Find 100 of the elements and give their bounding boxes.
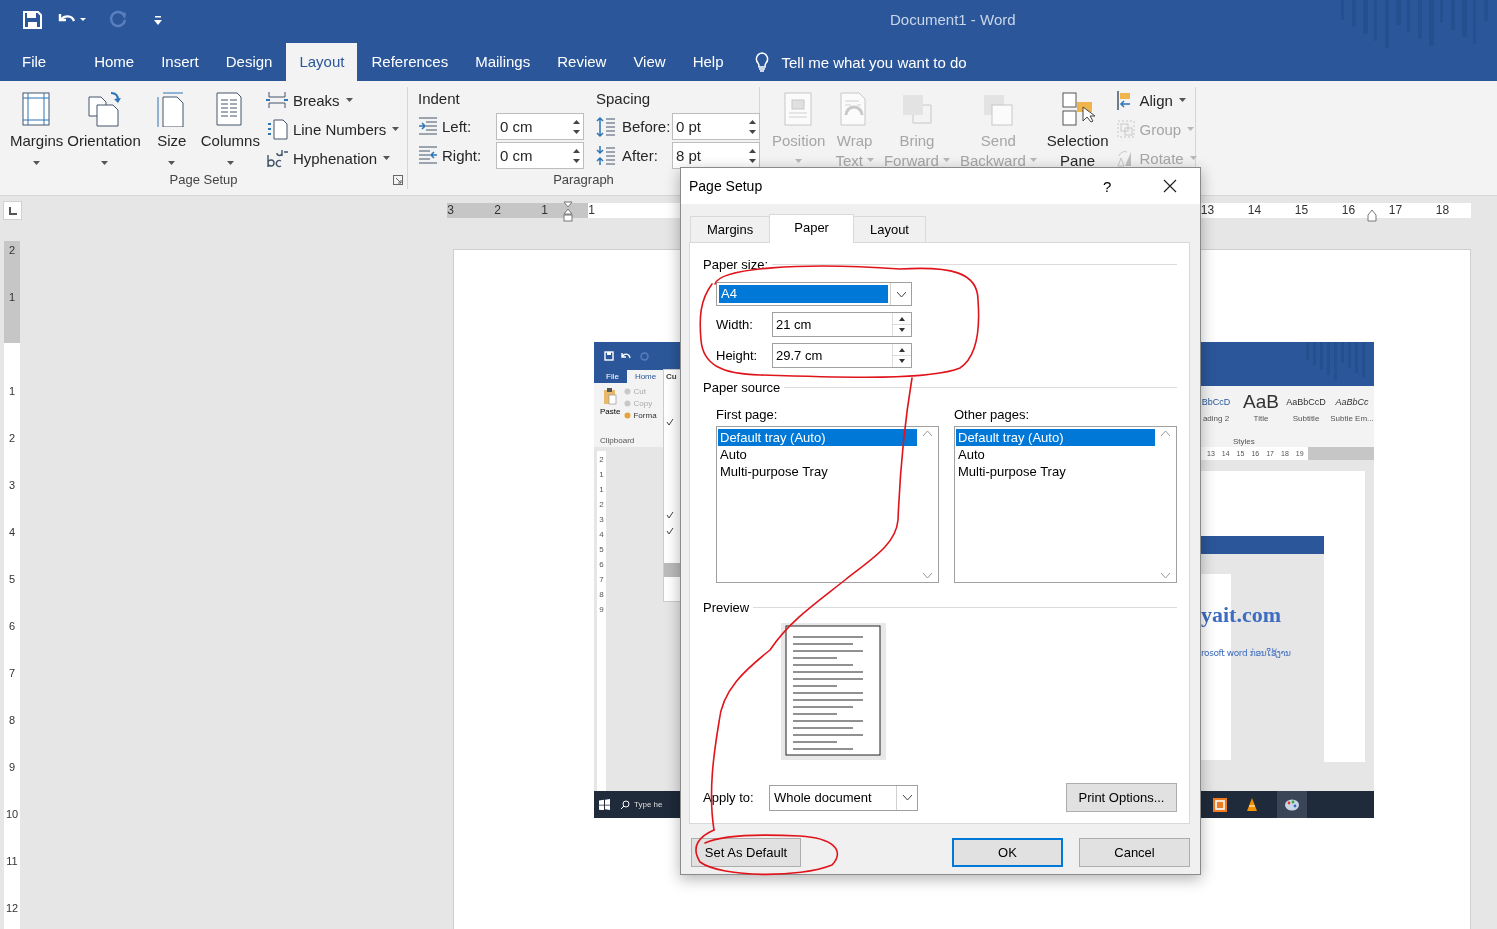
spin-field[interactable]: 21 cm (772, 312, 912, 337)
ribbon-button[interactable]: Breaks (265, 89, 400, 111)
ribbon-button[interactable]: Line Numbers (265, 118, 400, 140)
taskbar-search[interactable]: Type he (634, 800, 663, 809)
spacing-after-icon (596, 144, 616, 167)
ruler-number: 18 (1434, 203, 1451, 218)
ruler-number: 6 (8, 619, 16, 632)
ok-button[interactable]: OK (952, 838, 1063, 867)
list-item[interactable]: Auto (718, 446, 917, 463)
style-gallery-item[interactable]: AaB Title (1239, 392, 1283, 423)
ribbon-button[interactable]: Size (152, 89, 191, 169)
style-gallery-item[interactable]: AaBbCc Subtle Em... (1329, 392, 1374, 423)
dialog-tab[interactable]: Paper (769, 214, 854, 243)
document-heading: yait.com (1201, 602, 1283, 628)
ribbon-tab[interactable]: References (358, 43, 462, 81)
dialog-tab[interactable]: Layout (852, 216, 926, 242)
ruler-number: 1 (8, 384, 16, 397)
close-icon[interactable] (1163, 179, 1177, 193)
section-label: Spacing (596, 90, 651, 107)
dropdown-caret-icon (1189, 156, 1197, 160)
list-item[interactable]: Default tray (Auto) (956, 429, 1155, 446)
paste-button[interactable]: Paste (600, 407, 621, 416)
tell-me-search[interactable]: Tell me what you want to do (781, 53, 967, 71)
ribbon-button[interactable]: Columns (198, 89, 262, 169)
ribbon-tab[interactable]: File (598, 370, 627, 383)
ribbon-tab[interactable]: File (9, 43, 60, 81)
ruler-number: 17 (1387, 203, 1404, 218)
ruler-number: 1 (599, 470, 604, 479)
dialog-launcher-icon[interactable] (393, 175, 403, 185)
group-label: Paragraph (553, 171, 614, 189)
field-label: Right: (442, 147, 483, 164)
ribbon-button[interactable]: Forma (633, 411, 657, 420)
spin-field[interactable]: 0 pt (672, 113, 760, 140)
ribbon-tab[interactable]: Mailings (462, 43, 544, 81)
ruler-number: 9 (8, 760, 16, 773)
list-item[interactable]: Auto (956, 446, 1155, 463)
section-heading: Paper size: (703, 257, 769, 272)
paper-size-dropdown[interactable]: A4 (716, 282, 912, 306)
dialog-title: Page Setup (689, 178, 764, 194)
print-options-button[interactable]: Print Options... (1066, 783, 1177, 812)
ruler-number: 1 (599, 485, 604, 494)
ribbon-tab[interactable]: Insert (148, 43, 212, 81)
spin-field[interactable]: 0 cm (496, 142, 584, 169)
ruler-number: 5 (599, 545, 604, 554)
tray-list[interactable]: Default tray (Auto) Auto Multi-purpose Tray (954, 426, 1177, 583)
customize-menu-icon[interactable] (152, 13, 164, 27)
tray-list[interactable]: Default tray (Auto) Auto Multi-purpose Tray (716, 426, 939, 583)
cancel-button[interactable]: Cancel (1079, 838, 1190, 867)
field-label: Left: (442, 118, 473, 135)
page-break-icon (265, 89, 288, 111)
ruler-number: 15 (1293, 203, 1310, 218)
ribbon-tab[interactable]: Help (679, 43, 737, 81)
apply-to-dropdown[interactable]: Whole document (769, 784, 918, 811)
scroll-down-icon (1161, 573, 1170, 578)
ruler-number: 4 (8, 525, 16, 538)
ruler-number: 7 (8, 666, 16, 679)
spin-field[interactable]: 29.7 cm (772, 343, 912, 368)
menu-highlight (664, 563, 680, 577)
dialog-tab[interactable]: Margins (690, 216, 771, 242)
ribbon-button[interactable]: Orientation (65, 89, 143, 169)
section-heading: Paper source (703, 380, 781, 395)
scroll-up-icon (1161, 431, 1170, 436)
dropdown-caret-icon (226, 161, 234, 165)
indent-marker-icon[interactable] (563, 201, 573, 223)
help-button[interactable]: ? (1103, 177, 1119, 195)
check-icon (666, 418, 674, 426)
ribbon-button[interactable]: Selection Pane (1044, 89, 1111, 171)
ribbon-tab[interactable]: Design (212, 43, 286, 81)
indent-left-icon (418, 115, 438, 138)
tab-selector[interactable] (3, 201, 22, 220)
spinner-arrows-icon (573, 117, 580, 136)
ribbon-tab[interactable]: Home (626, 370, 665, 383)
list-item[interactable]: Default tray (Auto) (718, 429, 917, 446)
ribbon-tab[interactable]: View (620, 43, 679, 81)
save-icon[interactable] (22, 10, 42, 30)
dropdown-caret-icon (33, 161, 41, 165)
ruler-number: 2 (599, 455, 604, 464)
line-numbers-icon (265, 118, 288, 140)
ribbon-button[interactable]: Hyphenation (265, 147, 400, 169)
section-heading: Preview (703, 600, 750, 615)
ribbon-tab[interactable]: Review (544, 43, 620, 81)
set-default-button[interactable]: Set As Default (691, 838, 801, 867)
ribbon-button[interactable]: Align (1116, 89, 1197, 111)
ruler-number: 1 (587, 203, 596, 218)
list-item[interactable]: Multi-purpose Tray (956, 463, 1155, 480)
ribbon-button[interactable]: Margins (8, 89, 66, 169)
indent-marker-icon[interactable] (1367, 209, 1377, 223)
list-item[interactable]: Multi-purpose Tray (718, 463, 917, 480)
spin-field[interactable]: 0 cm (496, 113, 584, 140)
taskbar-button[interactable] (1277, 791, 1307, 818)
save-icon (604, 351, 614, 361)
spin-field[interactable]: 8 pt (672, 142, 760, 169)
style-gallery-item[interactable]: BbCcD ading 2 (1201, 392, 1239, 423)
document-subheading: rosoft word ກ່ອນໃຊ້ງານ (1201, 648, 1291, 658)
palette-icon (1285, 798, 1299, 811)
ribbon-tab[interactable]: Layout (286, 43, 358, 81)
search-icon (620, 799, 630, 810)
ribbon-tab[interactable]: Home (81, 43, 148, 81)
traffic-cone-icon (1246, 797, 1258, 812)
style-gallery-item[interactable]: AaBbCcD Subtitle (1283, 392, 1329, 423)
